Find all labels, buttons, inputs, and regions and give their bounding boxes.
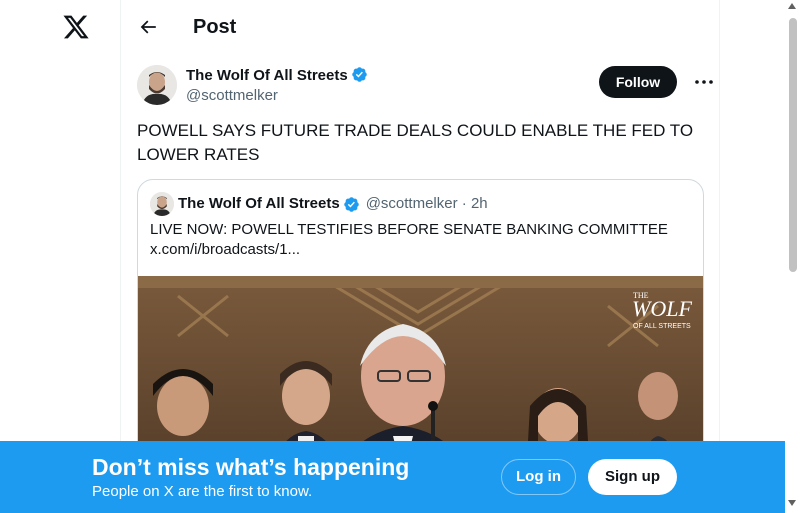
quote-author-name: The Wolf Of All Streets	[178, 195, 340, 213]
quote-timestamp[interactable]: 2h	[471, 195, 488, 212]
scroll-down-arrow-icon[interactable]	[788, 500, 796, 506]
post-column: Post The Wolf Of All Streets @scottmelke…	[120, 0, 720, 513]
quote-header: The Wolf Of All Streets @scottmelker · 2…	[150, 192, 488, 217]
quote-avatar	[150, 192, 174, 217]
quote-separator: ·	[461, 195, 467, 213]
quote-link[interactable]: x.com/i/broadcasts/1...	[150, 240, 690, 260]
avatar[interactable]	[137, 65, 177, 105]
watermark-bottom: OF ALL STREETS	[633, 323, 691, 330]
post-text: POWELL SAYS FUTURE TRADE DEALS COULD ENA…	[137, 121, 694, 164]
post-author: The Wolf Of All Streets @scottmelker Fol…	[137, 64, 713, 108]
author-name[interactable]: The Wolf Of All Streets	[186, 66, 368, 85]
signup-button[interactable]: Sign up	[588, 459, 677, 495]
watermark-main: WOLF	[632, 296, 692, 321]
x-logo-icon[interactable]	[62, 13, 90, 41]
follow-button[interactable]: Follow	[599, 66, 677, 98]
back-arrow-icon[interactable]	[135, 14, 161, 40]
more-icon[interactable]	[693, 72, 715, 92]
login-button[interactable]: Log in	[501, 459, 576, 495]
page-header: Post	[121, 0, 721, 53]
verified-badge-icon	[351, 67, 367, 82]
scroll-thumb[interactable]	[789, 18, 797, 272]
left-rail	[0, 0, 121, 513]
quote-text-line: LIVE NOW: POWELL TESTIFIES BEFORE SENATE…	[150, 221, 668, 238]
page-title: Post	[193, 16, 237, 38]
author-handle[interactable]: @scottmelker	[186, 86, 278, 105]
banner-subtitle: People on X are the first to know.	[92, 483, 313, 500]
verified-badge-icon	[343, 196, 359, 212]
quote-text: LIVE NOW: POWELL TESTIFIES BEFORE SENATE…	[150, 220, 690, 260]
scrollbar[interactable]	[785, 0, 800, 513]
scroll-up-arrow-icon[interactable]	[788, 3, 796, 9]
signup-banner: Don’t miss what’s happening People on X …	[0, 441, 785, 513]
author-name-text[interactable]: The Wolf Of All Streets	[186, 67, 348, 84]
quote-author-handle: @scottmelker	[365, 195, 458, 213]
banner-title: Don’t miss what’s happening	[92, 454, 410, 480]
